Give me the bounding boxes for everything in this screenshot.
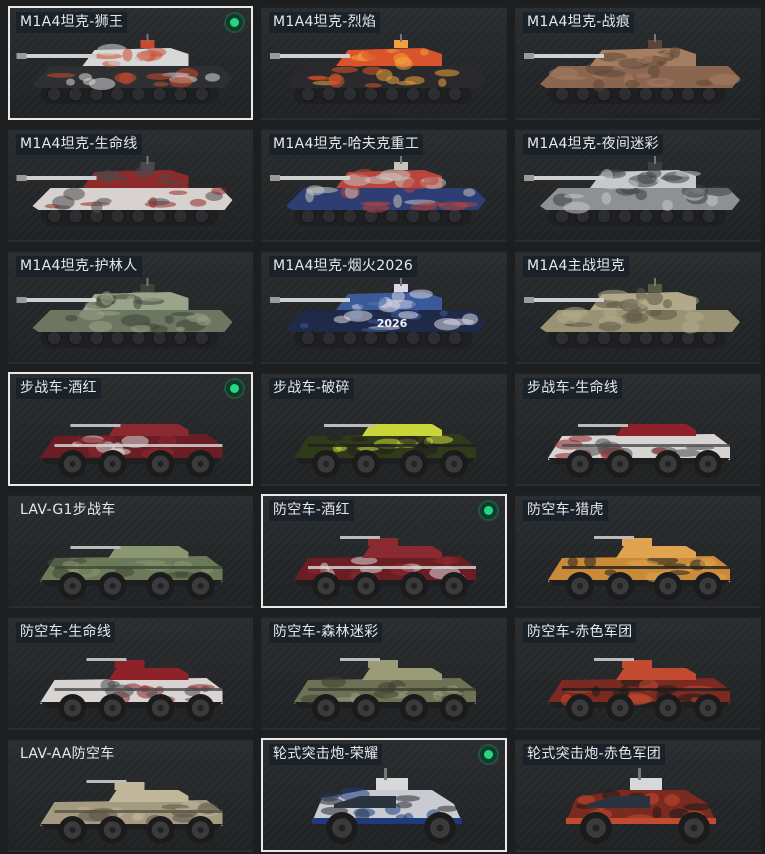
tank-icon <box>517 154 759 238</box>
skin-card[interactable]: 防空车-猎虎 <box>515 494 761 608</box>
tank-decal-text: 2026 <box>377 317 408 330</box>
skin-card-label: 步战车-酒红 <box>16 378 101 399</box>
skin-card-label: M1A4主战坦克 <box>523 256 629 277</box>
skin-card-label: M1A4坦克-哈夫克重工 <box>269 134 424 155</box>
tank-icon <box>263 32 505 116</box>
skin-card[interactable]: 步战车-破碎 <box>261 372 507 486</box>
assault-gun-icon <box>517 764 759 848</box>
tank-icon <box>517 276 759 360</box>
skin-card-label: M1A4坦克-生命线 <box>16 134 142 155</box>
skin-card-label: LAV-AA防空车 <box>20 746 115 762</box>
skin-card[interactable]: 轮式突击炮-荣耀 <box>261 738 507 852</box>
tank-icon <box>10 32 251 116</box>
skin-card-label: LAV-G1步战车 <box>20 502 116 518</box>
skin-card-label: 防空车-生命线 <box>16 622 116 643</box>
equipped-indicator-icon <box>226 380 243 397</box>
skin-card-label: 防空车-森林迷彩 <box>269 622 383 643</box>
tank-icon <box>10 154 251 238</box>
tank-icon <box>517 32 759 116</box>
equipped-indicator-icon <box>226 14 243 31</box>
skin-card-label: M1A4坦克-烟火2026 <box>269 256 418 277</box>
skin-card[interactable]: M1A4坦克-战痕 <box>515 6 761 120</box>
skin-card[interactable]: 防空车-生命线 <box>8 616 253 730</box>
tank-icon: 2026 <box>263 276 505 360</box>
ifv-icon <box>10 520 251 604</box>
skin-card[interactable]: LAV-AA防空车 <box>8 738 253 852</box>
skin-card-label: M1A4坦克-夜间迷彩 <box>523 134 663 155</box>
equipped-indicator-icon <box>480 502 497 519</box>
skin-card[interactable]: M1A4坦克-夜间迷彩 <box>515 128 761 242</box>
assault-gun-icon <box>263 764 505 848</box>
skin-card[interactable]: 轮式突击炮-赤色军团 <box>515 738 761 852</box>
skin-card-label: M1A4坦克-狮王 <box>16 12 128 33</box>
skin-card-label: 轮式突击炮-荣耀 <box>269 744 383 765</box>
skin-card-label: 防空车-酒红 <box>269 500 354 521</box>
aa-vehicle-icon <box>10 764 251 848</box>
skin-card[interactable]: M1A4坦克-哈夫克重工 <box>261 128 507 242</box>
skin-card-label: 步战车-破碎 <box>269 378 354 399</box>
ifv-icon <box>263 398 505 482</box>
skin-grid: M1A4坦克-狮王 M1A4坦克-烈焰 M1A4坦克-战痕 M1A4坦克-生命线 M1A… <box>0 0 765 854</box>
skin-card-label: 步战车-生命线 <box>523 378 623 399</box>
skin-card-label: M1A4坦克-战痕 <box>523 12 635 33</box>
skin-card[interactable]: M1A4坦克-狮王 <box>8 6 253 120</box>
skin-card[interactable]: 步战车-生命线 <box>515 372 761 486</box>
skin-card-label: M1A4坦克-护林人 <box>16 256 142 277</box>
skin-card[interactable]: 防空车-赤色军团 <box>515 616 761 730</box>
aa-vehicle-icon <box>517 642 759 726</box>
skin-card[interactable]: M1A4坦克-烈焰 <box>261 6 507 120</box>
aa-vehicle-icon <box>263 520 505 604</box>
tank-icon <box>10 276 251 360</box>
skin-card-label: 轮式突击炮-赤色军团 <box>523 744 666 765</box>
skin-card[interactable]: M1A4坦克-烟火2026 2026 <box>261 250 507 364</box>
skin-card[interactable]: 防空车-森林迷彩 <box>261 616 507 730</box>
ifv-icon <box>10 398 251 482</box>
tank-icon <box>263 154 505 238</box>
skin-card[interactable]: M1A4主战坦克 <box>515 250 761 364</box>
skin-card-label: 防空车-猎虎 <box>523 500 608 521</box>
equipped-indicator-icon <box>480 746 497 763</box>
skin-card[interactable]: 防空车-酒红 <box>261 494 507 608</box>
skin-card-label: 防空车-赤色军团 <box>523 622 637 643</box>
ifv-icon <box>517 398 759 482</box>
skin-card[interactable]: 步战车-酒红 <box>8 372 253 486</box>
aa-vehicle-icon <box>517 520 759 604</box>
aa-vehicle-icon <box>263 642 505 726</box>
skin-card-label: M1A4坦克-烈焰 <box>269 12 381 33</box>
aa-vehicle-icon <box>10 642 251 726</box>
skin-card[interactable]: LAV-G1步战车 <box>8 494 253 608</box>
skin-card[interactable]: M1A4坦克-生命线 <box>8 128 253 242</box>
skin-card[interactable]: M1A4坦克-护林人 <box>8 250 253 364</box>
